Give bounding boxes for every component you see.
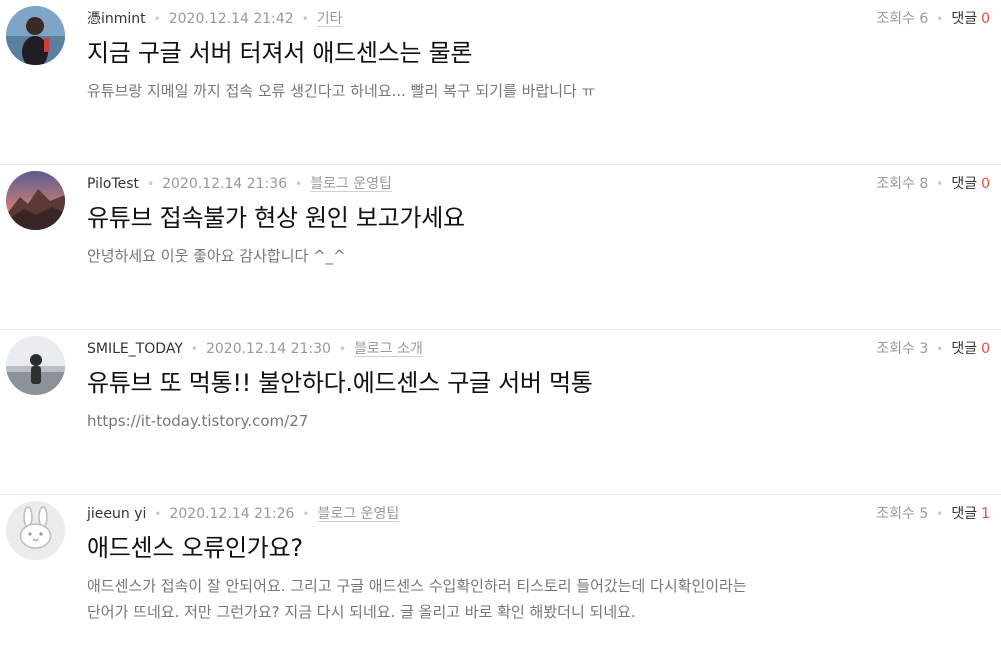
separator-dot: • bbox=[295, 177, 303, 191]
post-stats: 조회수 5 • 댓글 1 bbox=[876, 504, 990, 524]
post-meta: SMILE_TODAY • 2020.12.14 21:30 • 블로그 소개 bbox=[87, 339, 423, 359]
separator-dot: • bbox=[154, 507, 162, 521]
category-link[interactable]: 블로그 운영팁 bbox=[310, 174, 392, 194]
post-title[interactable]: 유튜브 또 먹통!! 불안하다.에드센스 구글 서버 먹통 bbox=[87, 366, 593, 400]
comment-label[interactable]: 댓글 bbox=[951, 174, 977, 194]
comment-count[interactable]: 1 bbox=[981, 504, 990, 524]
comment-label[interactable]: 댓글 bbox=[951, 9, 977, 29]
separator-dot: • bbox=[147, 177, 155, 191]
post-stats: 조회수 8 • 댓글 0 bbox=[876, 174, 990, 194]
post-item[interactable]: SMILE_TODAY • 2020.12.14 21:30 • 블로그 소개 … bbox=[0, 330, 1001, 495]
author-name[interactable]: SMILE_TODAY bbox=[87, 339, 183, 359]
post-excerpt[interactable]: 유튜브랑 지메일 까지 접속 오류 생긴다고 하네요... 빨리 복구 되기를 … bbox=[87, 78, 747, 104]
comment-count[interactable]: 0 bbox=[981, 174, 990, 194]
post-item[interactable]: 憑inmint • 2020.12.14 21:42 • 기타 조회수 6 • … bbox=[0, 0, 1001, 165]
category-link[interactable]: 블로그 운영팁 bbox=[318, 504, 400, 524]
post-title[interactable]: 애드센스 오류인가요? bbox=[87, 531, 303, 565]
separator-dot: • bbox=[936, 507, 944, 521]
post-title[interactable]: 지금 구글 서버 터져서 애드센스는 물론 bbox=[87, 36, 472, 70]
post-date: 2020.12.14 21:26 bbox=[169, 506, 295, 522]
post-excerpt[interactable]: 안녕하세요 이웃 좋아요 감사합니다 ^_^ bbox=[87, 243, 747, 269]
post-title[interactable]: 유튜브 접속불가 현상 원인 보고가세요 bbox=[87, 201, 465, 235]
post-date: 2020.12.14 21:30 bbox=[205, 341, 331, 357]
separator-dot: • bbox=[190, 342, 198, 356]
separator-dot: • bbox=[302, 507, 310, 521]
category-link[interactable]: 블로그 소개 bbox=[354, 339, 423, 359]
category-link[interactable]: 기타 bbox=[317, 9, 343, 29]
author-name[interactable]: PiloTest bbox=[87, 174, 139, 194]
post-stats: 조회수 6 • 댓글 0 bbox=[876, 9, 990, 29]
post-feed: 憑inmint • 2020.12.14 21:42 • 기타 조회수 6 • … bbox=[0, 0, 1001, 665]
post-item[interactable]: PiloTest • 2020.12.14 21:36 • 블로그 운영팁 조회… bbox=[0, 165, 1001, 330]
separator-dot: • bbox=[936, 342, 944, 356]
avatar[interactable] bbox=[6, 6, 65, 65]
separator-dot: • bbox=[301, 12, 309, 26]
post-meta: 憑inmint • 2020.12.14 21:42 • 기타 bbox=[87, 9, 343, 29]
view-count: 조회수 5 bbox=[876, 506, 929, 522]
post-date: 2020.12.14 21:36 bbox=[162, 176, 288, 192]
separator-dot: • bbox=[338, 342, 347, 356]
post-item[interactable]: jieeun yi • 2020.12.14 21:26 • 블로그 운영팁 조… bbox=[0, 495, 1001, 665]
comment-label[interactable]: 댓글 bbox=[951, 504, 977, 524]
view-count: 조회수 6 bbox=[876, 11, 929, 27]
post-date: 2020.12.14 21:42 bbox=[168, 11, 294, 27]
profile-photo-icon bbox=[6, 6, 65, 65]
avatar[interactable] bbox=[6, 171, 65, 230]
post-excerpt[interactable]: 애드센스가 접속이 잘 안되어요. 그리고 구글 애드센스 수입확인하러 티스토… bbox=[87, 573, 747, 625]
comment-count[interactable]: 0 bbox=[981, 9, 990, 29]
person-photo-icon bbox=[6, 336, 65, 395]
separator-dot: • bbox=[153, 12, 161, 26]
mountain-icon bbox=[6, 171, 65, 230]
view-count: 조회수 8 bbox=[876, 176, 929, 192]
bunny-icon bbox=[6, 501, 65, 560]
post-excerpt[interactable]: https://it-today.tistory.com/27 bbox=[87, 408, 747, 434]
comment-label[interactable]: 댓글 bbox=[951, 339, 977, 359]
author-name[interactable]: 憑inmint bbox=[87, 9, 146, 29]
comment-count[interactable]: 0 bbox=[981, 339, 990, 359]
separator-dot: • bbox=[936, 177, 944, 191]
post-meta: PiloTest • 2020.12.14 21:36 • 블로그 운영팁 bbox=[87, 174, 392, 194]
avatar[interactable] bbox=[6, 336, 65, 395]
post-meta: jieeun yi • 2020.12.14 21:26 • 블로그 운영팁 bbox=[87, 504, 399, 524]
post-stats: 조회수 3 • 댓글 0 bbox=[876, 339, 990, 359]
author-name[interactable]: jieeun yi bbox=[87, 504, 146, 524]
avatar[interactable] bbox=[6, 501, 65, 560]
view-count: 조회수 3 bbox=[876, 341, 929, 357]
separator-dot: • bbox=[936, 12, 944, 26]
